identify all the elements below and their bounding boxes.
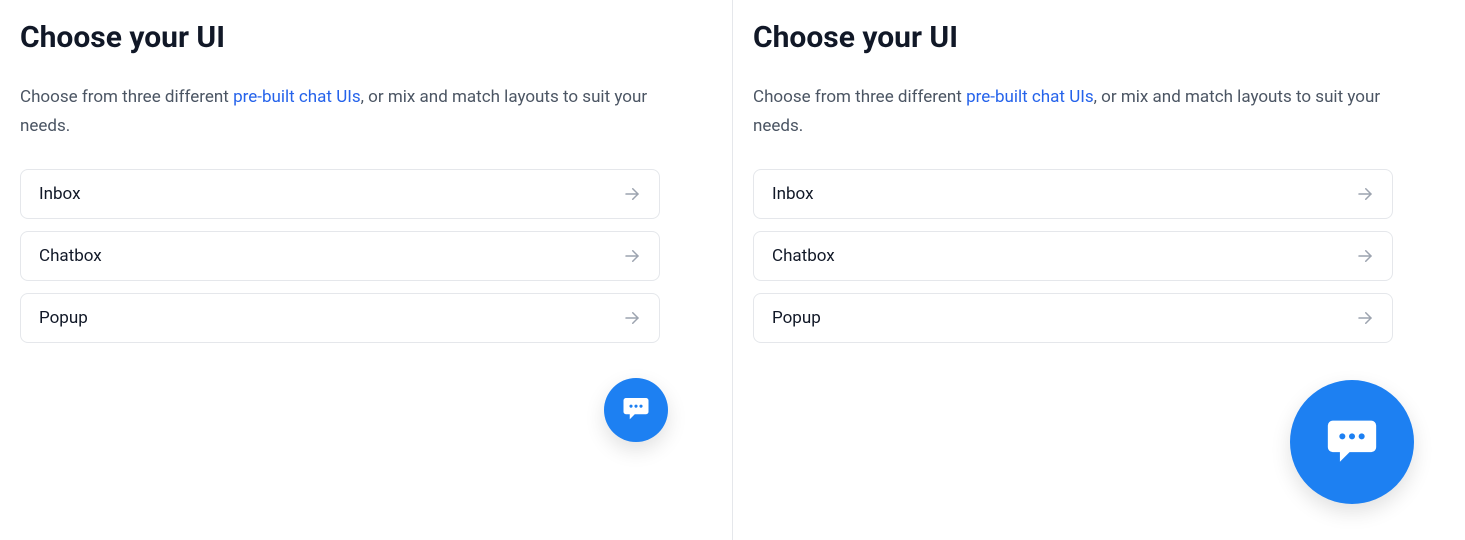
arrow-right-icon bbox=[1356, 185, 1374, 203]
option-popup[interactable]: Popup bbox=[20, 293, 660, 343]
arrow-right-icon bbox=[623, 309, 641, 327]
arrow-right-icon bbox=[623, 247, 641, 265]
option-list: Inbox Chatbox Popup bbox=[753, 169, 1393, 343]
option-list: Inbox Chatbox Popup bbox=[20, 169, 660, 343]
arrow-right-icon bbox=[1356, 309, 1374, 327]
option-label: Inbox bbox=[772, 184, 814, 204]
chat-launcher-button[interactable] bbox=[604, 378, 668, 442]
arrow-right-icon bbox=[1356, 247, 1374, 265]
option-popup[interactable]: Popup bbox=[753, 293, 1393, 343]
page-title: Choose your UI bbox=[753, 20, 1445, 55]
option-label: Popup bbox=[772, 308, 821, 328]
page-title: Choose your UI bbox=[20, 20, 712, 55]
option-label: Chatbox bbox=[772, 246, 835, 266]
page-description: Choose from three different pre-built ch… bbox=[20, 83, 660, 141]
panel-left: Choose your UI Choose from three differe… bbox=[0, 0, 733, 540]
page-description: Choose from three different pre-built ch… bbox=[753, 83, 1393, 141]
chat-icon bbox=[1323, 411, 1381, 473]
option-chatbox[interactable]: Chatbox bbox=[753, 231, 1393, 281]
option-label: Chatbox bbox=[39, 246, 102, 266]
prebuilt-chat-uis-link[interactable]: pre-built chat UIs bbox=[966, 87, 1094, 107]
option-chatbox[interactable]: Chatbox bbox=[20, 231, 660, 281]
chat-icon bbox=[621, 393, 651, 427]
chat-launcher-button[interactable] bbox=[1290, 380, 1414, 504]
option-label: Inbox bbox=[39, 184, 81, 204]
description-prefix: Choose from three different bbox=[20, 87, 233, 107]
arrow-right-icon bbox=[623, 185, 641, 203]
option-inbox[interactable]: Inbox bbox=[753, 169, 1393, 219]
description-prefix: Choose from three different bbox=[753, 87, 966, 107]
option-label: Popup bbox=[39, 308, 88, 328]
option-inbox[interactable]: Inbox bbox=[20, 169, 660, 219]
prebuilt-chat-uis-link[interactable]: pre-built chat UIs bbox=[233, 87, 361, 107]
